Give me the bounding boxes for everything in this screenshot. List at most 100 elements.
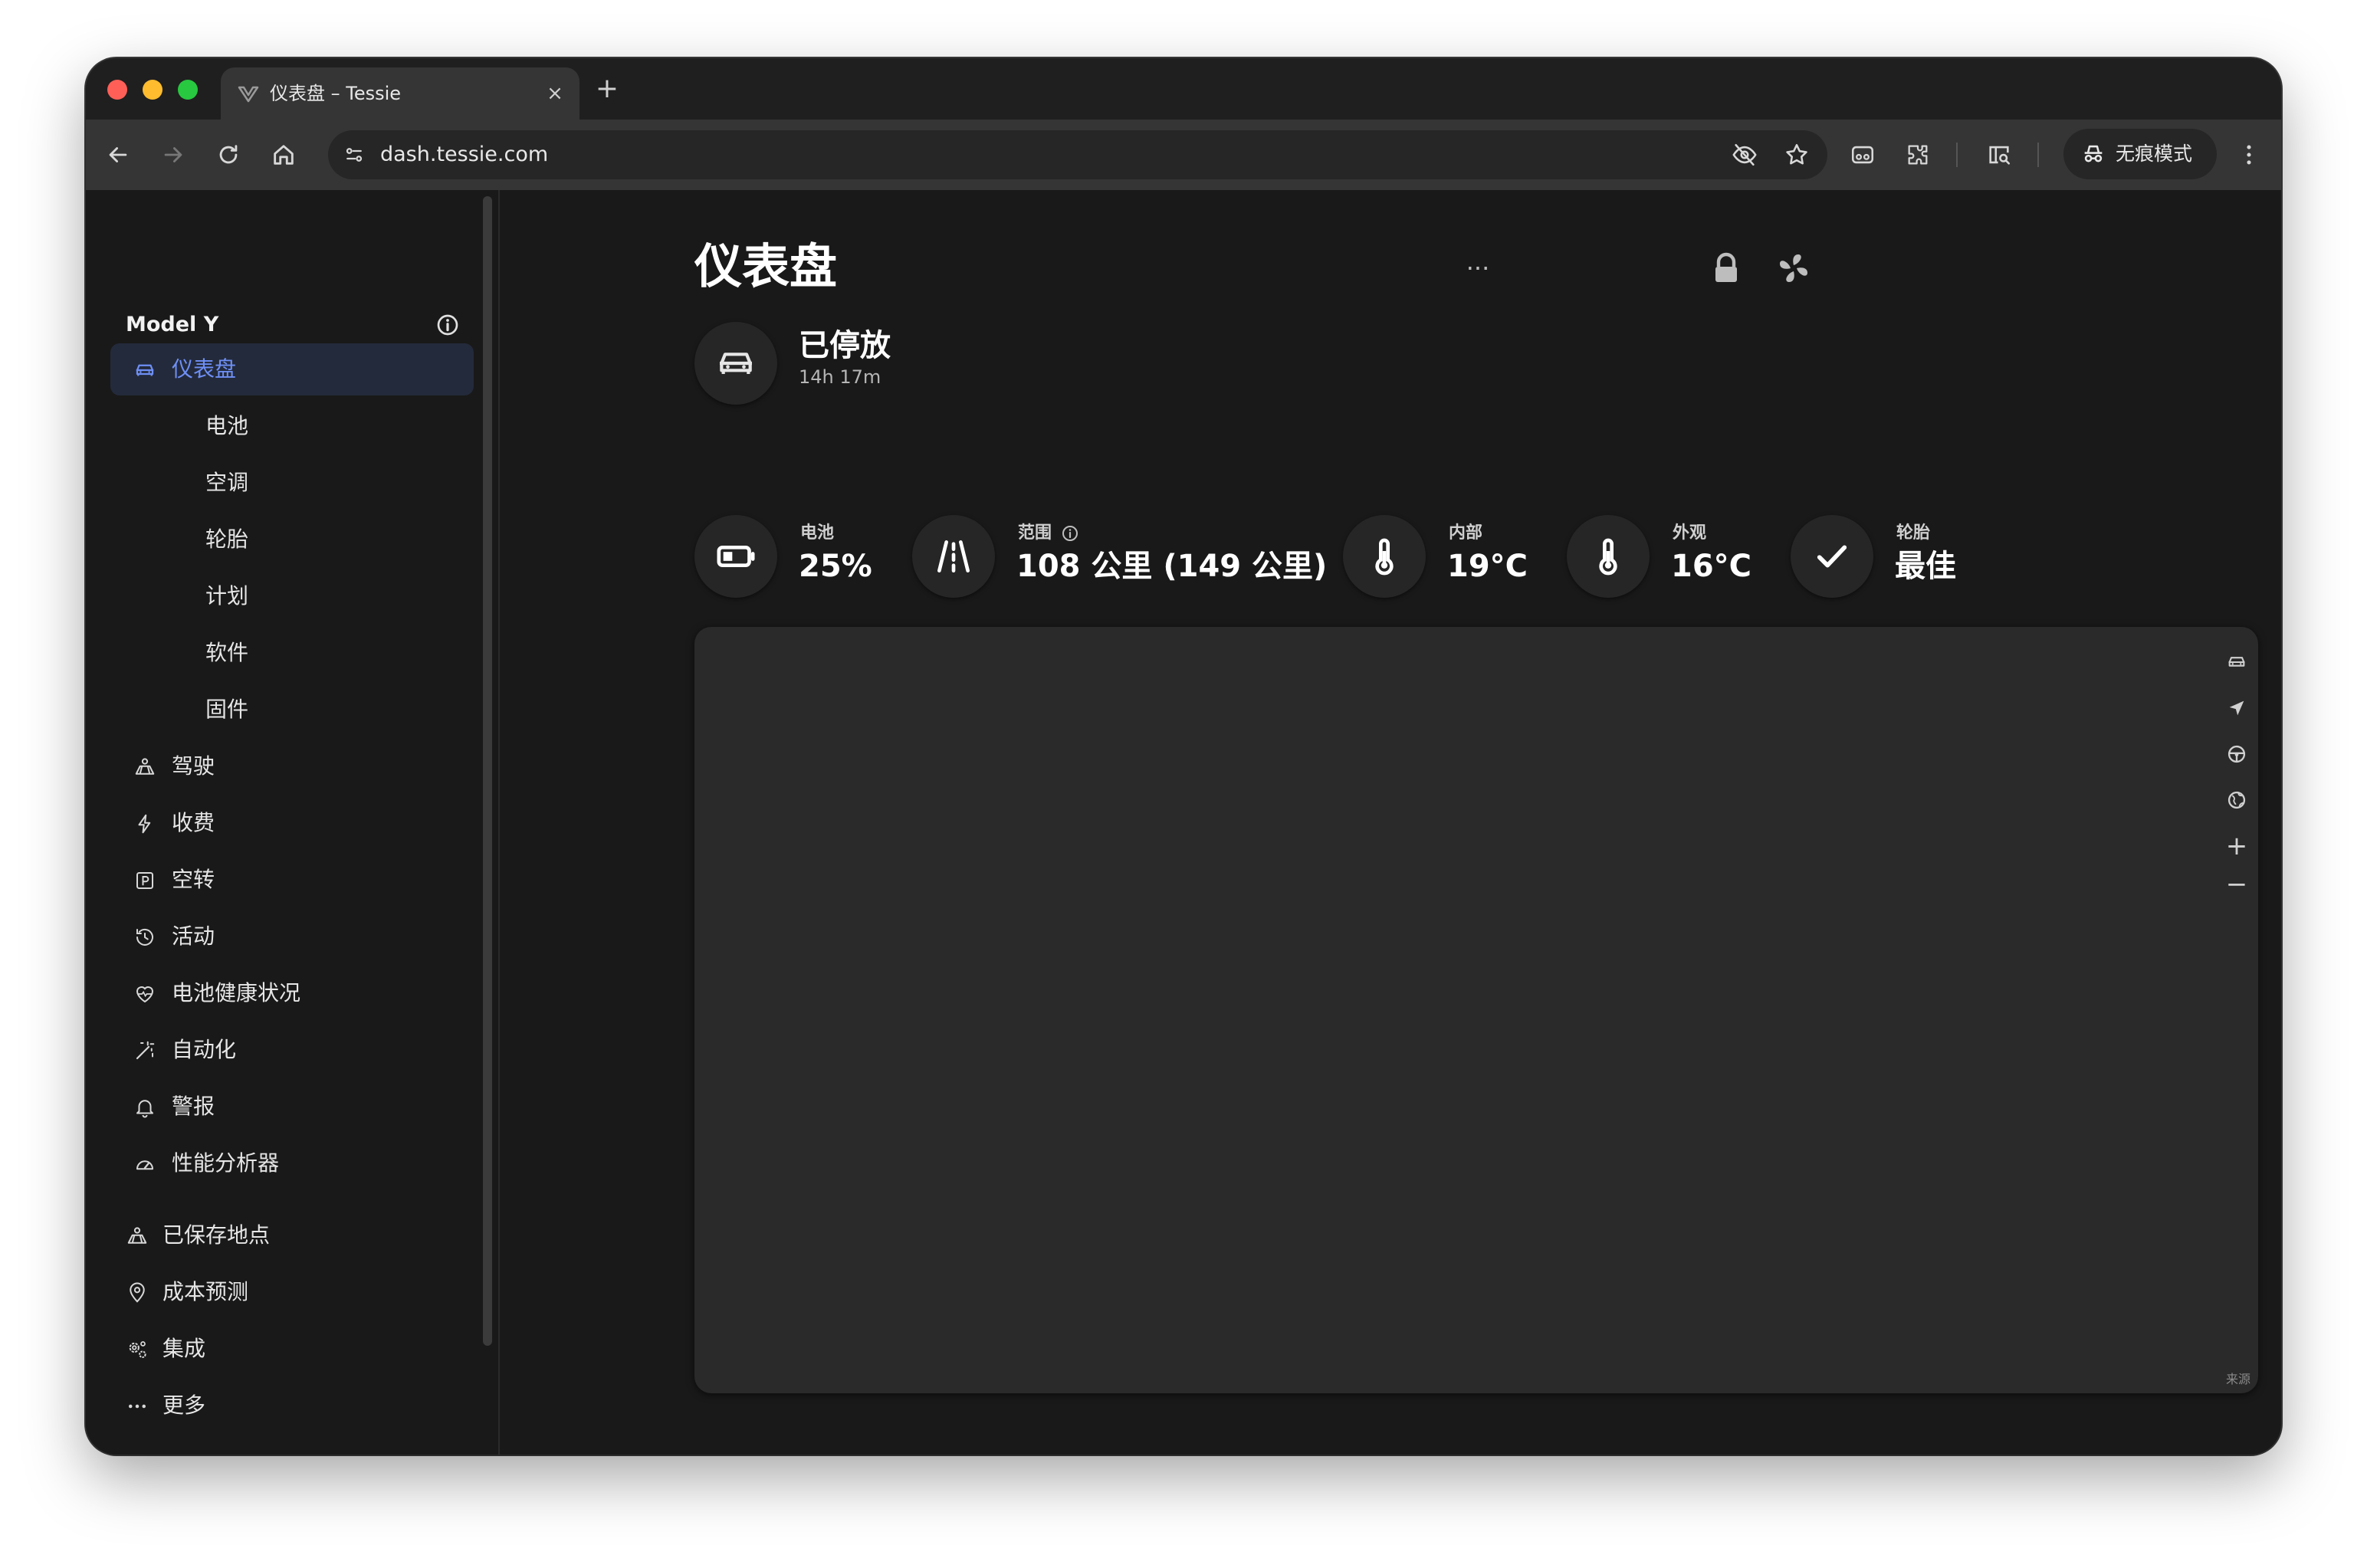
forward-button[interactable] [156, 138, 190, 172]
incognito-label: 无痕模式 [2116, 143, 2193, 165]
incognito-icon [2084, 145, 2103, 162]
address-bar[interactable]: dash.tessie.com [328, 130, 1827, 179]
bookmark-star-icon[interactable] [1783, 141, 1811, 169]
map-steering-button[interactable] [2221, 739, 2252, 769]
map-globe-button[interactable] [2221, 785, 2252, 815]
parking-icon [133, 869, 156, 892]
browser-tab[interactable]: 仪表盘 – Tessie × [221, 67, 579, 120]
sidebar-item-saved-places[interactable]: 已保存地点 [110, 1209, 474, 1261]
stat-range-icon [912, 515, 995, 598]
stat-tires-icon [1791, 515, 1873, 598]
sidebar-item-dashboard[interactable]: 仪表盘 [110, 343, 474, 395]
sidebar-item-label: 电池 [205, 413, 249, 438]
incognito-badge[interactable]: 无痕模式 [2063, 129, 2217, 179]
fan-button[interactable] [1775, 250, 1812, 287]
thermometer-icon [1375, 538, 1394, 576]
map-center-car-button[interactable] [2221, 647, 2252, 677]
info-icon[interactable] [435, 313, 460, 337]
sidebar-item-drives[interactable]: 驾驶 [110, 740, 474, 792]
stat-battery-value: 25% [799, 549, 872, 584]
arrow-right-icon [164, 147, 182, 162]
stat-tires-label: 轮胎 [1896, 523, 1931, 543]
tessie-logo-icon [238, 86, 259, 103]
map-route-icon [126, 1225, 149, 1248]
sidebar-item-label: 固件 [205, 697, 249, 722]
map-zoom-out-button[interactable]: − [2221, 869, 2252, 900]
bolt-icon [133, 812, 156, 835]
side-panel-search-icon [1989, 146, 2011, 165]
sidebar-item-label: 软件 [205, 640, 249, 665]
browser-menu-button[interactable] [2232, 138, 2266, 172]
page-title: 仪表盘 [694, 238, 838, 294]
sidebar: Model Y 仪表盘 电池 空调 轮胎 计划 软件 固件 驾驶 收费 空转 活… [86, 190, 500, 1455]
check-icon [1817, 545, 1847, 568]
stat-exterior-value: 16°C [1671, 549, 1752, 584]
car-icon [133, 359, 156, 382]
new-tab-button[interactable]: + [592, 74, 622, 104]
back-button[interactable] [101, 138, 135, 172]
close-window-button[interactable] [107, 80, 127, 100]
sidebar-item-idles[interactable]: 空转 [110, 854, 474, 906]
lock-button[interactable] [1708, 250, 1745, 287]
sidebar-item-software[interactable]: 软件 [110, 627, 474, 679]
bell-icon [133, 1096, 156, 1119]
reader-mode-button[interactable] [1846, 138, 1879, 172]
url-text[interactable]: dash.tessie.com [380, 141, 548, 169]
tab-strip: 仪表盘 – Tessie × + [86, 58, 2281, 120]
sidebar-item-charging[interactable]: 收费 [110, 797, 474, 849]
sidebar-item-activity[interactable]: 活动 [110, 910, 474, 963]
reload-icon [219, 145, 238, 164]
map-zoom-in-button[interactable]: + [2221, 831, 2252, 861]
range-info-icon[interactable] [1061, 524, 1079, 543]
map-locate-button[interactable] [2221, 693, 2252, 723]
extensions-button[interactable] [1901, 138, 1935, 172]
vertical-ellipsis-icon [2247, 145, 2251, 165]
main-content: 仪表盘 ··· 已停放 14h 17m 电池 25% 范围 108 公里 (14… [501, 190, 2281, 1455]
sidebar-item-more[interactable]: 更多 [110, 1379, 474, 1432]
sidebar-item-automations[interactable]: 自动化 [110, 1024, 474, 1076]
history-icon [133, 926, 156, 949]
sidebar-item-alerts[interactable]: 警报 [110, 1081, 474, 1133]
sidebar-scrollbar[interactable] [483, 196, 492, 1346]
car-icon [720, 353, 752, 374]
eye-slash-icon[interactable] [1731, 141, 1758, 169]
sidebar-item-label: 警报 [172, 1094, 215, 1119]
maximize-window-button[interactable] [178, 80, 198, 100]
site-info-icon[interactable] [339, 139, 369, 170]
navigation-arrow-icon [2229, 700, 2244, 716]
sidebar-item-battery-health[interactable]: 电池健康状况 [110, 967, 474, 1019]
minimize-window-button[interactable] [143, 80, 163, 100]
stat-exterior-label: 外观 [1673, 523, 1707, 543]
battery-icon [717, 546, 755, 567]
sidebar-item-label: 轮胎 [205, 526, 249, 552]
tab-close-icon[interactable]: × [543, 81, 567, 106]
toolbar-divider [1956, 143, 1958, 167]
browser-toolbar: dash.tessie.com 无痕模式 [86, 120, 2281, 190]
stat-range-value: 108 公里 (149 公里) [1016, 549, 1328, 584]
vehicle-map[interactable]: + − 来源 [694, 627, 2258, 1393]
sidebar-item-climate[interactable]: 空调 [110, 457, 474, 509]
globe-icon [2227, 791, 2246, 809]
magic-wand-icon [133, 1039, 156, 1062]
sidebar-item-firmware[interactable]: 固件 [110, 684, 474, 736]
sidebar-item-integrations[interactable]: 集成 [110, 1323, 474, 1375]
sidebar-item-battery[interactable]: 电池 [110, 400, 474, 452]
sidebar-item-label: 空转 [172, 867, 215, 892]
sidebar-item-label: 电池健康状况 [172, 980, 301, 1005]
sidebar-item-cost-forecast[interactable]: 成本预测 [110, 1266, 474, 1318]
map-attribution[interactable]: 来源 [2226, 1372, 2250, 1387]
gauge-icon [133, 1153, 156, 1176]
more-options-button[interactable]: ··· [1459, 253, 1496, 284]
reload-button[interactable] [212, 138, 245, 172]
home-icon [274, 145, 294, 165]
sidebar-item-label: 性能分析器 [172, 1150, 280, 1176]
vehicle-name: Model Y [126, 313, 219, 336]
home-button[interactable] [267, 138, 300, 172]
stat-battery-icon [694, 515, 777, 598]
sidebar-item-performance[interactable]: 性能分析器 [110, 1137, 474, 1189]
sidebar-item-tires[interactable]: 轮胎 [110, 513, 474, 566]
browser-window: 仪表盘 – Tessie × + dash.tessie.com 无痕模式 Mo… [86, 58, 2281, 1455]
side-panel-button[interactable] [1982, 138, 2016, 172]
sidebar-item-label: 驾驶 [172, 753, 215, 779]
sidebar-item-schedule[interactable]: 计划 [110, 570, 474, 622]
